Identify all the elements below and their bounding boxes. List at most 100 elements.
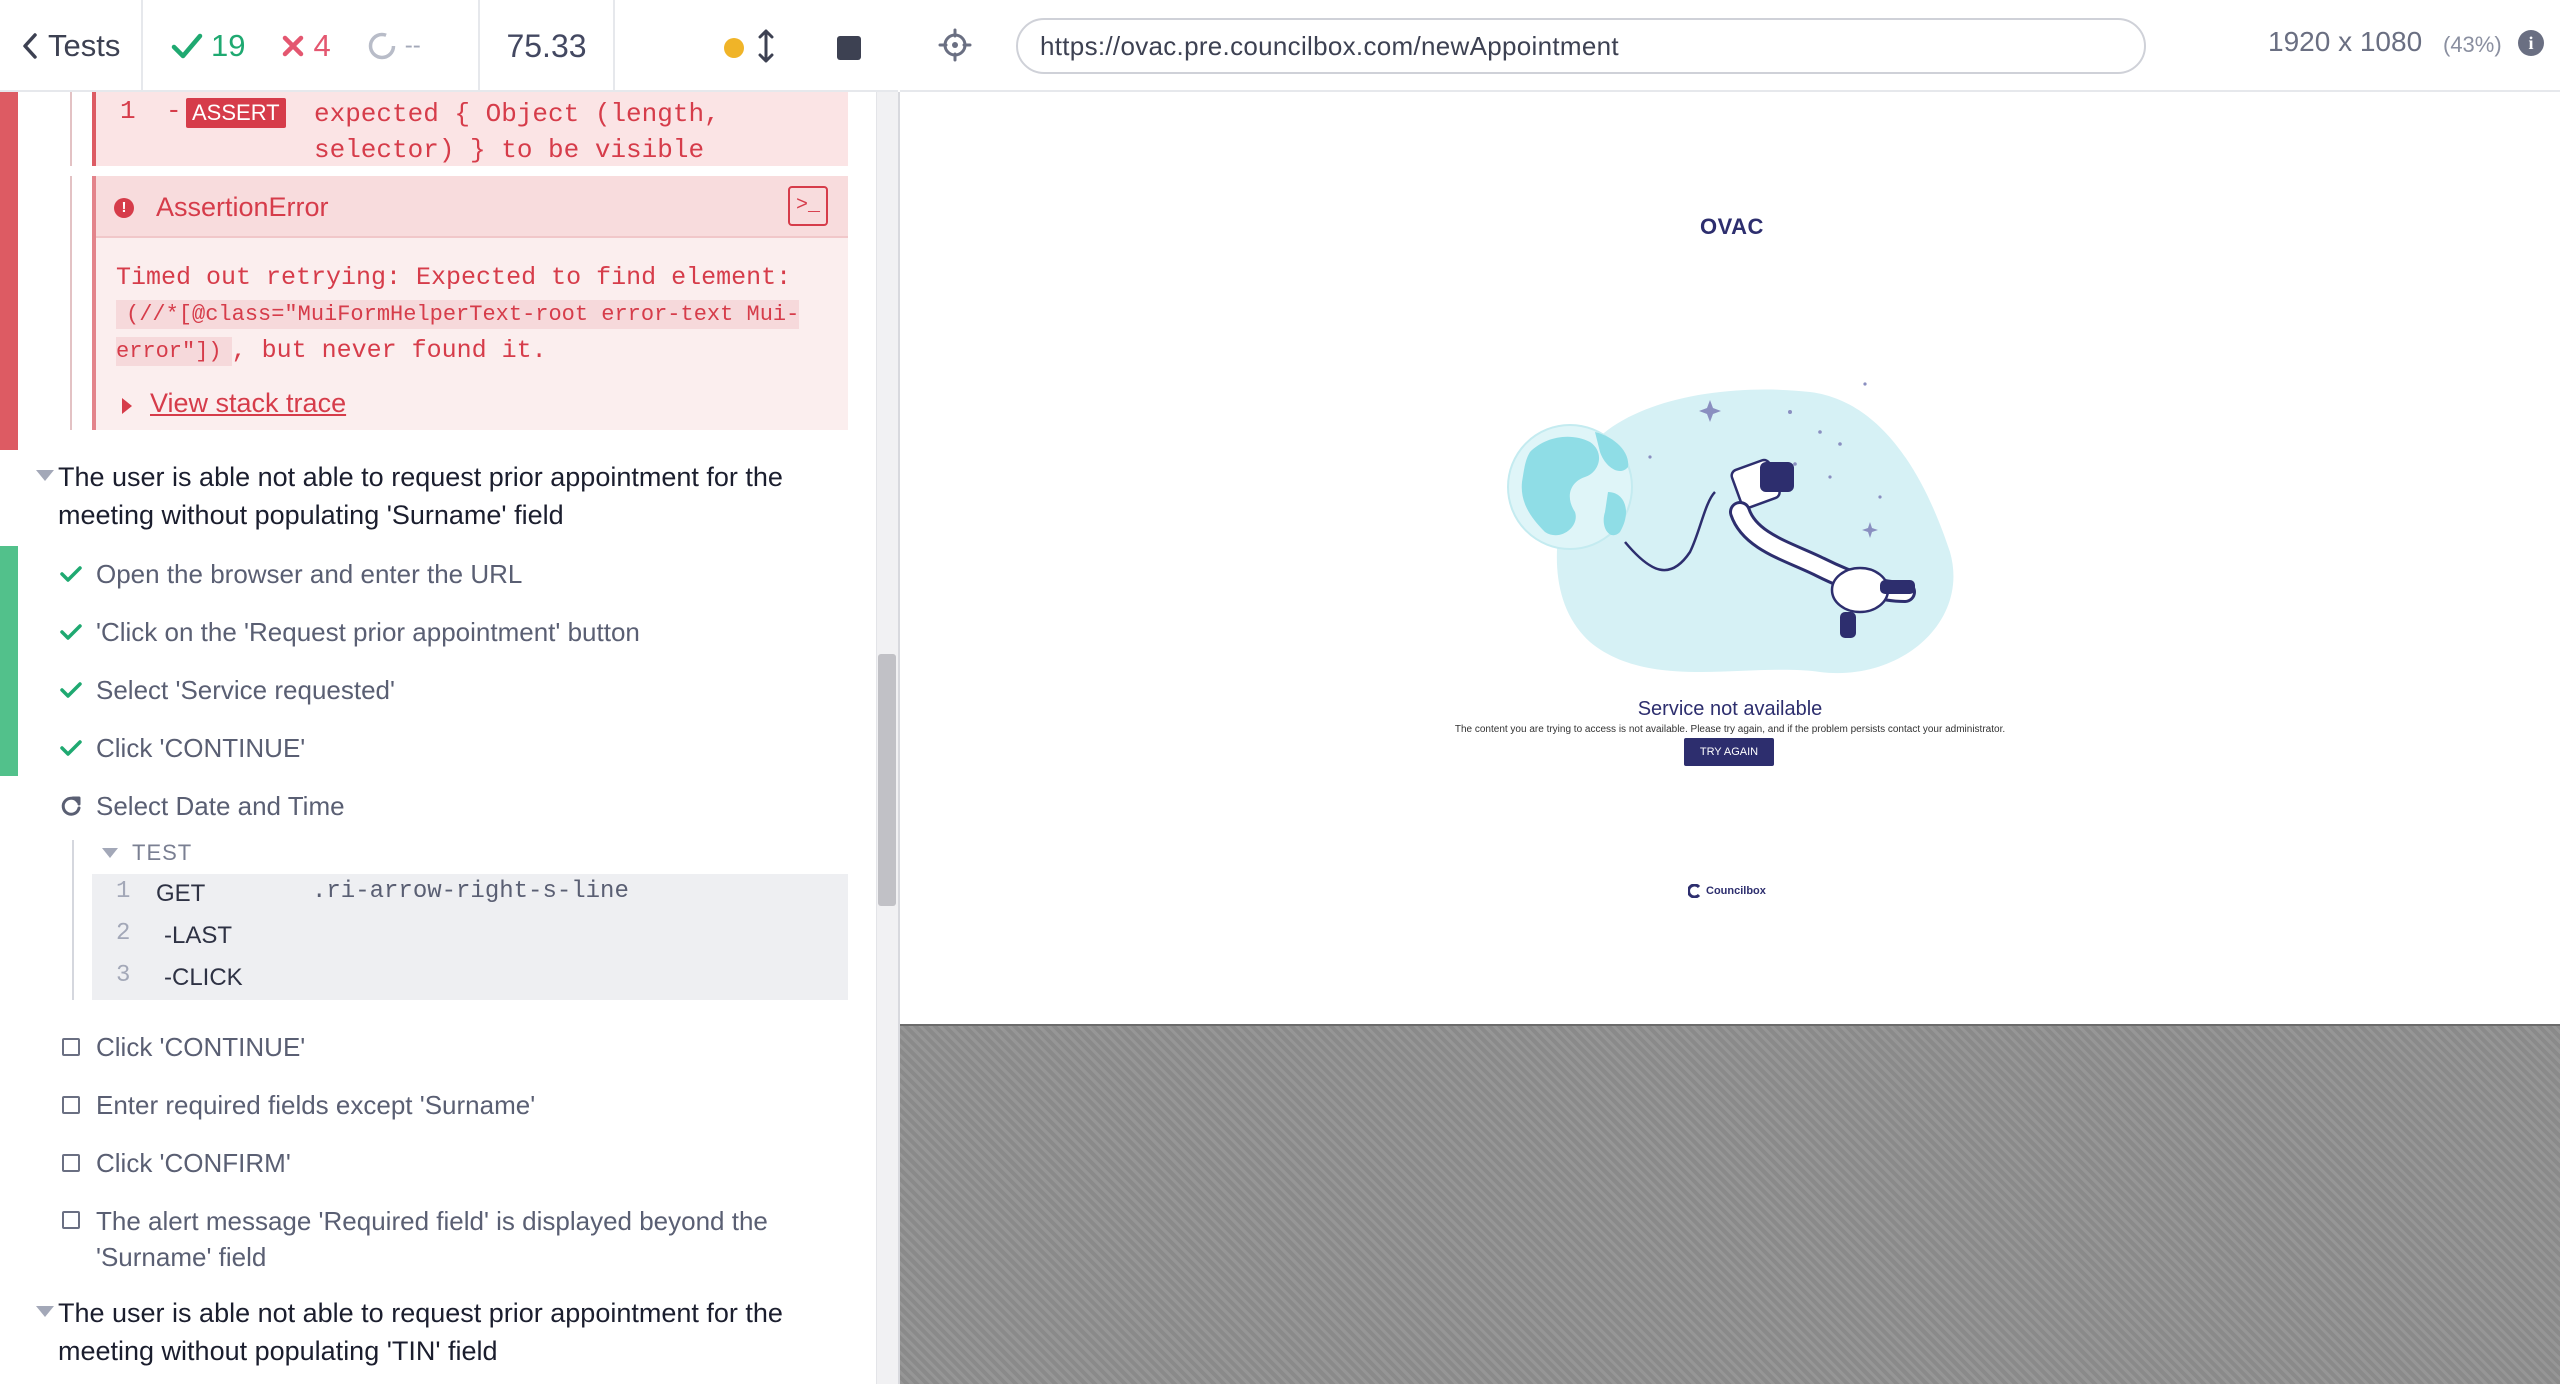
- viewport-size: 1920 x 1080: [2268, 26, 2423, 57]
- auto-scroll-arrows-icon[interactable]: [758, 28, 774, 64]
- councilbox-logo-text: Councilbox: [1706, 885, 1766, 897]
- duration-value: 75.33: [506, 27, 587, 64]
- step-label: Click 'CONTINUE': [96, 732, 306, 763]
- chevron-left-icon: [23, 33, 37, 59]
- suite-title-surname[interactable]: The user is able not able to request pri…: [58, 458, 848, 534]
- check-icon: [60, 681, 82, 699]
- step-label: Open the browser and enter the URL: [96, 558, 523, 589]
- step-click-continue-2[interactable]: Click 'CONTINUE': [60, 1027, 305, 1067]
- command-row[interactable]: 3 -CLICK: [92, 958, 848, 1000]
- error-header: ! AssertionError >_: [96, 176, 848, 238]
- selector-playground-icon[interactable]: [938, 28, 972, 62]
- step-click-continue[interactable]: Click 'CONTINUE': [60, 728, 305, 768]
- error-icon: !: [114, 198, 134, 218]
- service-unavailable-title: Service not available: [1637, 698, 1823, 720]
- failed-count[interactable]: 4: [281, 28, 331, 64]
- checkbox-icon: [60, 1211, 82, 1229]
- astronaut-illustration: [1507, 382, 1954, 674]
- step-alert-message[interactable]: The alert message 'Required field' is di…: [60, 1203, 800, 1275]
- command-name: -LAST: [164, 922, 233, 949]
- try-again-button[interactable]: TRY AGAIN: [1684, 738, 1774, 766]
- step-label: Click 'CONTINUE': [96, 1031, 306, 1062]
- nesting-line: [72, 840, 74, 1000]
- command-log-scroll-thumb[interactable]: [878, 654, 896, 906]
- check-icon: [171, 33, 203, 59]
- step-label: Select 'Service requested': [96, 674, 395, 705]
- command-name: -CLICK: [164, 964, 243, 991]
- cross-icon: [283, 35, 304, 57]
- councilbox-logo-icon: [1688, 884, 1701, 898]
- command-number: 1: [120, 96, 136, 126]
- check-icon: [60, 565, 82, 583]
- command-dash: -: [166, 96, 182, 126]
- step-select-service[interactable]: Select 'Service requested': [60, 670, 395, 710]
- suite-title-tin[interactable]: The user is able not able to request pri…: [58, 1294, 848, 1370]
- checkbox-icon: [60, 1038, 82, 1056]
- refresh-icon: [60, 795, 82, 817]
- step-label: Click 'CONFIRM': [96, 1147, 291, 1178]
- command-list: 1 GET .ri-arrow-right-s-line 2 -LAST 3 -…: [92, 874, 848, 1000]
- step-click-confirm[interactable]: Click 'CONFIRM': [60, 1143, 291, 1183]
- step-enter-fields[interactable]: Enter required fields except 'Surname': [60, 1085, 535, 1125]
- check-icon: [60, 739, 82, 757]
- passed-count[interactable]: 19: [171, 28, 245, 64]
- error-message-suffix: , but never found it.: [231, 336, 547, 365]
- nesting-line: [70, 92, 72, 166]
- checkbox-icon: [60, 1096, 82, 1114]
- check-icon: [60, 623, 82, 641]
- terminal-icon: >_: [795, 194, 820, 217]
- error-title: AssertionError: [156, 192, 329, 222]
- browser-url-bar: https://ovac.pre.councilbox.com/newAppoi…: [900, 0, 2560, 92]
- pending-count-value: --: [404, 32, 421, 59]
- assert-badge: ASSERT: [186, 98, 286, 128]
- caret-down-icon: [102, 848, 118, 858]
- back-to-tests-button[interactable]: Tests: [0, 0, 143, 92]
- command-argument: .ri-arrow-right-s-line: [312, 878, 629, 905]
- step-open-browser[interactable]: Open the browser and enter the URL: [60, 554, 522, 594]
- failed-count-value: 4: [313, 28, 331, 63]
- duration: 75.33: [480, 0, 615, 92]
- step-label: The alert message 'Required field' is di…: [96, 1206, 768, 1272]
- stop-button[interactable]: [837, 36, 861, 60]
- view-stack-trace-link[interactable]: View stack trace: [150, 388, 346, 419]
- viewport-scale: (43%): [2443, 32, 2502, 57]
- error-message-prefix: Timed out retrying: Expected to find ele…: [116, 263, 792, 292]
- service-unavailable-message: The content you are trying to access is …: [1454, 724, 2006, 735]
- back-label: Tests: [48, 28, 121, 63]
- step-click-request[interactable]: 'Click on the 'Request prior appointment…: [60, 612, 640, 652]
- test-stats: 19 4 --: [143, 0, 480, 92]
- running-status-dot-icon: [724, 38, 744, 58]
- councilbox-logo: Councilbox: [1688, 884, 1766, 898]
- caret-down-icon: [36, 1306, 54, 1317]
- command-name: GET: [156, 880, 206, 907]
- caret-right-icon: [122, 398, 132, 414]
- empty-viewport-area: [900, 1026, 2560, 1384]
- pending-count[interactable]: --: [367, 31, 421, 61]
- spinner-icon: [368, 32, 395, 60]
- step-label: 'Click on the 'Request prior appointment…: [96, 616, 640, 647]
- caret-down-icon: [36, 470, 54, 481]
- print-to-console-button[interactable]: >_: [788, 186, 828, 226]
- error-panel: ! AssertionError >_ Timed out retrying: …: [92, 176, 848, 430]
- assert-message: expected { Object (length, selector) } t…: [314, 99, 720, 165]
- failed-test-indicator: [0, 92, 18, 450]
- nesting-line: [70, 176, 72, 430]
- url-input[interactable]: https://ovac.pre.councilbox.com/newAppoi…: [1016, 18, 2146, 74]
- command-row[interactable]: 1 GET .ri-arrow-right-s-line: [92, 874, 848, 916]
- info-icon[interactable]: i: [2518, 30, 2544, 56]
- passed-count-value: 19: [211, 28, 246, 63]
- step-select-date-time[interactable]: Select Date and Time: [60, 786, 345, 826]
- step-label: Enter required fields except 'Surname': [96, 1089, 536, 1120]
- command-number: 3: [116, 962, 131, 989]
- command-number: 2: [116, 920, 131, 947]
- test-section-label[interactable]: TEST: [132, 840, 192, 866]
- step-label: Select Date and Time: [96, 790, 345, 821]
- checkbox-icon: [60, 1154, 82, 1172]
- app-preview-frame: OVAC Service not available The content y…: [900, 92, 2560, 1026]
- error-message: Timed out retrying: Expected to find ele…: [116, 260, 836, 370]
- passed-test-indicator: [0, 546, 18, 776]
- command-number: 1: [116, 878, 131, 905]
- ovac-logo: OVAC: [1700, 214, 1764, 239]
- assert-command-row[interactable]: 1 - ASSERT expected { Object (length, se…: [92, 92, 848, 166]
- command-row[interactable]: 2 -LAST: [92, 916, 848, 958]
